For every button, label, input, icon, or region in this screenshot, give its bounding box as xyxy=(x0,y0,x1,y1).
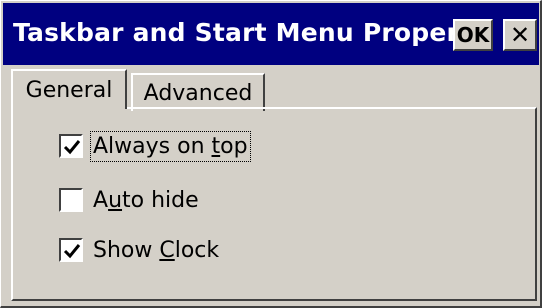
auto-hide-label: Auto hide xyxy=(93,187,199,213)
always-on-top-checkbox[interactable] xyxy=(59,134,83,158)
auto-hide-option[interactable]: Auto hide xyxy=(59,183,199,217)
tab-general[interactable]: General xyxy=(11,69,127,109)
auto-hide-checkbox[interactable] xyxy=(59,188,83,212)
properties-dialog: Taskbar and Start Menu Proper... OK ✕ Ge… xyxy=(0,0,542,308)
always-on-top-option[interactable]: Always on top xyxy=(59,129,251,163)
checkmark-icon xyxy=(63,140,81,155)
tab-advanced[interactable]: Advanced xyxy=(131,73,265,111)
window-title: Taskbar and Start Menu Proper... xyxy=(13,18,485,47)
show-clock-checkbox[interactable] xyxy=(59,238,83,262)
close-icon: ✕ xyxy=(509,21,531,49)
title-bar[interactable]: Taskbar and Start Menu Proper... OK ✕ xyxy=(3,3,539,65)
ok-button[interactable]: OK xyxy=(453,19,493,51)
show-clock-option[interactable]: Show Clock xyxy=(59,233,219,267)
always-on-top-label: Always on top xyxy=(90,130,251,162)
show-clock-label: Show Clock xyxy=(93,237,220,263)
checkmark-icon xyxy=(63,244,81,259)
general-tab-panel: Always on top Auto hide Show Clock xyxy=(11,107,537,301)
close-button[interactable]: ✕ xyxy=(503,19,537,51)
